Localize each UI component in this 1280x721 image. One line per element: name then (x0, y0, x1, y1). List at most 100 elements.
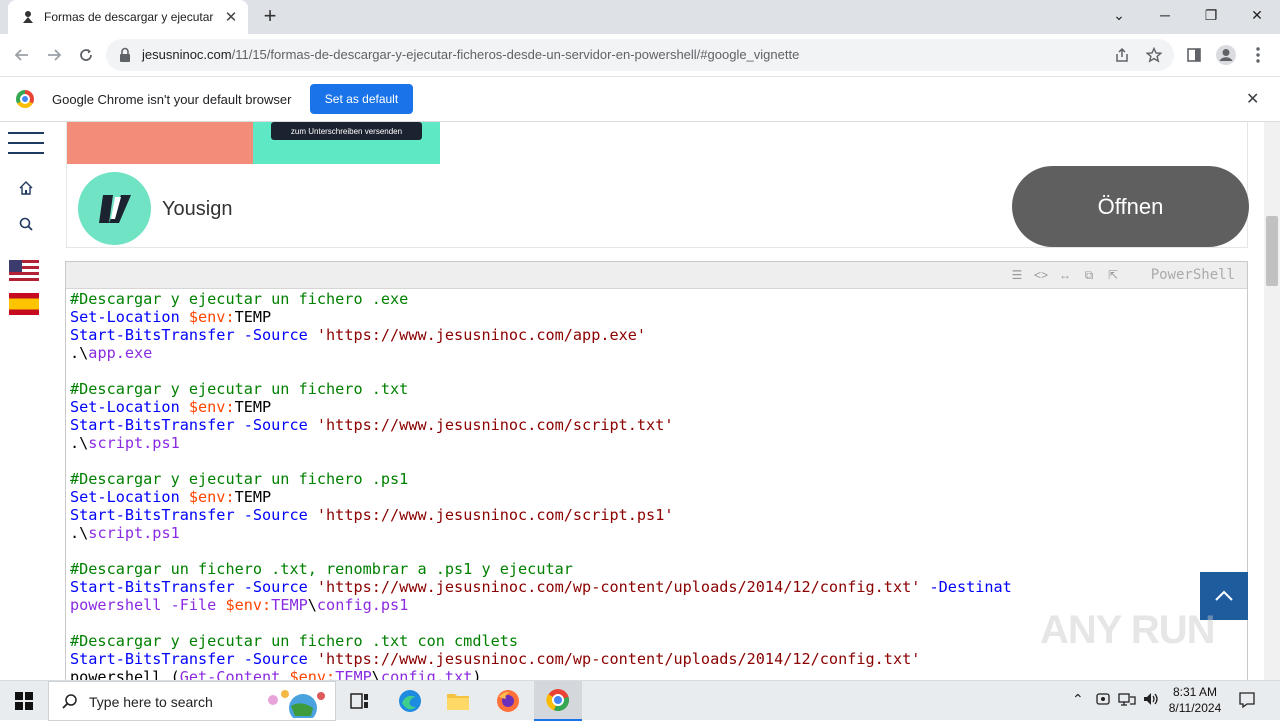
ad-image-right: zum Unterschreiben versenden (253, 122, 440, 164)
address-bar[interactable]: jesusninoc.com/11/15/formas-de-descargar… (106, 39, 1174, 71)
infobar-message: Google Chrome isn't your default browser (52, 92, 292, 107)
code-line: Start-BitsTransfer -Source 'https://www.… (70, 326, 1012, 344)
code-token: #Descargar y ejecutar un fichero .ps1 (70, 470, 409, 488)
code-token: $env: (289, 668, 336, 680)
new-tab-button[interactable]: + (258, 3, 282, 28)
code-token: 'https://www.jesusninoc.com/script.txt' (316, 416, 674, 434)
code-token: #Descargar y ejecutar un fichero .txt co… (70, 632, 519, 650)
profile-avatar-icon[interactable] (1214, 43, 1238, 67)
clock-time: 8:31 AM (1172, 685, 1218, 699)
menu-kebab-icon[interactable] (1246, 43, 1270, 67)
scrollbar-thumb[interactable] (1266, 216, 1278, 286)
taskbar-search[interactable]: Type here to search (48, 681, 336, 721)
yousign-logo-icon (78, 172, 151, 245)
code-token: Set-Location (70, 488, 189, 506)
toggle-code-icon[interactable]: <> (1032, 267, 1050, 283)
taskbar-search-placeholder: Type here to search (89, 694, 213, 710)
back-button[interactable] (10, 43, 34, 67)
url-text[interactable]: jesusninoc.com/11/15/formas-de-descargar… (142, 47, 799, 62)
advertisement-banner[interactable]: zum Unterschreiben versenden Yousign Öff… (66, 122, 1249, 248)
code-token: .\ (70, 434, 89, 452)
side-panel-icon[interactable] (1182, 43, 1206, 67)
close-window-button[interactable]: ✕ (1234, 0, 1280, 30)
site-favicon-icon (20, 9, 36, 25)
code-token: $env: (188, 398, 235, 416)
code-token: powershell -File (70, 596, 226, 614)
code-token: 'https://www.jesusninoc.com/wp-content/u… (316, 578, 921, 596)
tab-title: Formas de descargar y ejecutar fi (44, 10, 216, 24)
copy-code-icon[interactable]: ⧉ (1080, 267, 1098, 283)
code-token: .\ (70, 344, 89, 362)
infobar-close-icon[interactable]: ✕ (1246, 89, 1259, 109)
reload-button[interactable] (74, 43, 98, 67)
edge-browser-icon[interactable] (386, 681, 434, 721)
left-sidebar (0, 122, 52, 680)
bookmark-star-icon[interactable] (1144, 45, 1164, 65)
code-token: app.exe (88, 344, 153, 362)
minimize-button[interactable]: ─ (1142, 0, 1188, 30)
forward-button[interactable] (42, 43, 66, 67)
code-token: ) (472, 668, 482, 680)
url-domain: jesusninoc.com (142, 47, 232, 62)
lock-icon[interactable] (118, 47, 132, 63)
code-line: #Descargar y ejecutar un fichero .ps1 (70, 470, 1012, 488)
us-flag-icon[interactable] (9, 260, 39, 282)
expand-width-icon[interactable]: ↔ (1056, 267, 1074, 283)
code-line: powershell -File $env:TEMP\config.ps1 (70, 596, 1012, 614)
share-icon[interactable] (1112, 45, 1132, 65)
chrome-taskbar-icon[interactable] (534, 681, 582, 721)
code-token: Set-Location (70, 398, 189, 416)
toggle-plain-icon[interactable]: ☰ (1008, 267, 1026, 283)
code-token: \ (307, 596, 317, 614)
code-token: Start-BitsTransfer -Source (70, 650, 317, 668)
code-line: Start-BitsTransfer -Source 'https://www.… (70, 506, 1012, 524)
tab-close-icon[interactable]: ✕ (222, 8, 240, 26)
code-token: config.txt (380, 668, 473, 680)
set-as-default-button[interactable]: Set as default (310, 84, 413, 114)
code-token: 'https://www.jesusninoc.com/wp-content/u… (316, 650, 921, 668)
code-token: 'https://www.jesusninoc.com/app.exe' (316, 326, 647, 344)
chevron-up-icon (1215, 590, 1233, 601)
task-view-icon[interactable] (336, 681, 384, 721)
restore-button[interactable]: ❐ (1188, 0, 1234, 30)
tab-search-icon[interactable]: ⌄ (1096, 0, 1142, 30)
search-icon[interactable] (16, 214, 36, 234)
open-new-window-icon[interactable]: ⇱ (1104, 267, 1122, 283)
code-token: script.ps1 (88, 524, 180, 542)
notification-center-icon[interactable] (1238, 691, 1256, 712)
ad-open-button[interactable]: Öffnen (1012, 166, 1249, 247)
start-button[interactable] (0, 681, 48, 721)
windows-taskbar: Type here to search ⌃ 8:31 AM 8/11/2024 (0, 680, 1280, 721)
code-token: #Descargar y ejecutar un fichero .exe (70, 290, 409, 308)
code-token: TEMP (234, 488, 272, 506)
hamburger-menu-icon[interactable] (8, 132, 44, 162)
home-icon[interactable] (16, 178, 36, 198)
tray-chevron-up-icon[interactable]: ⌃ (1072, 691, 1084, 708)
code-content[interactable]: #Descargar y ejecutar un fichero .exe Set… (70, 290, 1012, 680)
volume-icon[interactable] (1142, 691, 1160, 710)
code-line: .\app.exe (70, 344, 1012, 362)
code-token: $env: (188, 488, 235, 506)
code-line: Set-Location $env:TEMP (70, 398, 1012, 416)
search-icon (62, 694, 77, 709)
code-line: .\script.ps1 (70, 524, 1012, 542)
spain-flag-icon[interactable] (9, 293, 39, 315)
code-token: TEMP (335, 668, 372, 680)
tray-network-drive-icon[interactable] (1096, 691, 1110, 710)
code-line: Start-BitsTransfer -Source 'https://www.… (70, 650, 1012, 668)
reload-icon (80, 49, 92, 61)
code-token: Start-BitsTransfer -Source (70, 416, 317, 434)
firefox-icon[interactable] (484, 681, 532, 721)
page-scrollbar[interactable] (1264, 122, 1280, 680)
network-icon[interactable] (1118, 691, 1136, 710)
watermark-text: ANY RUN (1040, 608, 1216, 652)
code-token: #Descargar un fichero .txt, renombrar a … (70, 560, 573, 578)
code-token: #Descargar y ejecutar un fichero .txt (70, 380, 409, 398)
file-explorer-icon[interactable] (434, 681, 482, 721)
browser-tab[interactable]: Formas de descargar y ejecutar fi ✕ (8, 0, 248, 34)
system-clock[interactable]: 8:31 AM 8/11/2024 (1162, 684, 1228, 716)
web-page: zum Unterschreiben versenden Yousign Öff… (0, 122, 1280, 680)
code-token: $env: (188, 308, 235, 326)
